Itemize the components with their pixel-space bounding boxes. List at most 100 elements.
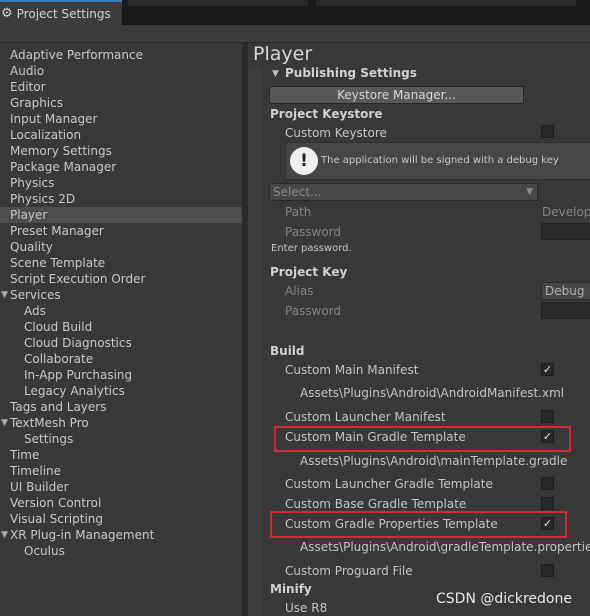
foldout-arrow-icon[interactable]: ▼	[1, 287, 8, 303]
sidebar-item[interactable]: Tags and Layers	[0, 399, 242, 415]
sidebar-item-label: Quality	[10, 240, 53, 254]
keystore-password-field[interactable]	[541, 223, 590, 240]
custom-base-gradle-label: Custom Base Gradle Template	[285, 497, 467, 511]
sidebar-item-label: Cloud Diagnostics	[24, 336, 132, 350]
custom-main-gradle-checkbox[interactable]: ✓	[541, 430, 554, 443]
path-value: Develop	[542, 205, 590, 219]
sidebar-item[interactable]: Version Control	[0, 495, 242, 511]
foldout-arrow-icon[interactable]: ▼	[1, 415, 8, 431]
page-title: Player	[253, 43, 313, 65]
sidebar-item-label: Cloud Build	[24, 320, 93, 334]
sidebar-item[interactable]: Graphics	[0, 95, 242, 111]
sidebar-item[interactable]: Visual Scripting	[0, 511, 242, 527]
tab-title: Project Settings	[16, 6, 111, 21]
sidebar-item-label: TextMesh Pro	[10, 416, 89, 430]
alias-dropdown[interactable]: Debug	[541, 282, 590, 300]
sidebar-item[interactable]: Editor	[0, 79, 242, 95]
sidebar-item-label: Visual Scripting	[10, 512, 103, 526]
sidebar-item[interactable]: ▼ Services	[0, 287, 242, 303]
sidebar-item[interactable]: Quality	[0, 239, 242, 255]
help-text: The application will be signed with a de…	[321, 155, 559, 166]
custom-gradle-properties-checkbox[interactable]: ✓	[541, 517, 554, 530]
sidebar-item-label: Player	[10, 208, 48, 222]
sidebar-item[interactable]: Cloud Diagnostics	[0, 335, 242, 351]
sidebar-item-label: Ads	[24, 304, 46, 318]
custom-proguard-label: Custom Proguard File	[285, 564, 413, 578]
keystore-manager-button[interactable]: Keystore Manager...	[269, 86, 524, 104]
keystore-select-dropdown[interactable]: Select... ▼	[269, 183, 538, 201]
foldout-arrow-icon[interactable]: ▼	[1, 527, 8, 543]
password-label: Password	[285, 225, 342, 239]
custom-launcher-manifest-checkbox[interactable]	[541, 410, 554, 423]
sidebar-item[interactable]: Memory Settings	[0, 143, 242, 159]
sidebar-item[interactable]: Audio	[0, 63, 242, 79]
sidebar-item-label: Physics	[10, 176, 55, 190]
sidebar-item[interactable]: ▼ XR Plug-in Management	[0, 527, 242, 543]
sidebar-item-label: Package Manager	[10, 160, 117, 174]
help-box: ! The application will be signed with a …	[285, 142, 590, 180]
sidebar-item[interactable]: Localization	[0, 127, 242, 143]
sidebar-item-label: XR Plug-in Management	[10, 528, 155, 542]
sidebar-item-label: Script Execution Order	[10, 272, 146, 286]
sidebar-item-label: Time	[10, 448, 40, 462]
sidebar-item[interactable]: Settings	[0, 431, 242, 447]
sidebar-item[interactable]: Ads	[0, 303, 242, 319]
tab-background[interactable]	[128, 0, 308, 6]
sidebar-item[interactable]: Scene Template	[0, 255, 242, 271]
sidebar-item[interactable]: ▼ TextMesh Pro	[0, 415, 242, 431]
custom-gradle-properties-label: Custom Gradle Properties Template	[285, 517, 498, 531]
sidebar-item-label: Input Manager	[10, 112, 98, 126]
sidebar-item-label: Editor	[10, 80, 46, 94]
sidebar-item-label: Physics 2D	[10, 192, 76, 206]
sidebar-item[interactable]: Script Execution Order	[0, 271, 242, 287]
key-password-label: Password	[285, 304, 342, 318]
sidebar-item-label: UI Builder	[10, 480, 69, 494]
watermark: CSDN @dickredone	[436, 591, 572, 607]
custom-main-gradle-label: Custom Main Gradle Template	[285, 430, 466, 444]
sidebar-item[interactable]: Physics 2D	[0, 191, 242, 207]
sidebar-item[interactable]: Physics	[0, 175, 242, 191]
sidebar-item[interactable]: Collaborate	[0, 351, 242, 367]
sidebar-item[interactable]: Cloud Build	[0, 319, 242, 335]
sidebar-item[interactable]: Oculus	[0, 543, 242, 559]
sidebar-item[interactable]: In-App Purchasing	[0, 367, 242, 383]
chevron-down-icon: ▼	[526, 187, 533, 197]
sidebar-item[interactable]: Legacy Analytics	[0, 383, 242, 399]
sidebar-item[interactable]: UI Builder	[0, 479, 242, 495]
sidebar-item[interactable]: Package Manager	[0, 159, 242, 175]
sidebar-item[interactable]: Player	[0, 207, 242, 223]
publishing-settings-header[interactable]: Publishing Settings	[285, 66, 417, 80]
custom-keystore-checkbox[interactable]	[541, 125, 554, 138]
sidebar-item[interactable]: Timeline	[0, 463, 242, 479]
tab-project-settings[interactable]: ⚙ Project Settings	[0, 0, 122, 25]
custom-launcher-manifest-label: Custom Launcher Manifest	[285, 410, 446, 424]
custom-main-manifest-checkbox[interactable]: ✓	[541, 363, 554, 376]
sidebar-item-label: Adaptive Performance	[10, 48, 143, 62]
custom-launcher-gradle-checkbox[interactable]	[541, 477, 554, 490]
sidebar-item[interactable]: Input Manager	[0, 111, 242, 127]
window-tab-bar: ⚙ Project Settings	[0, 0, 590, 25]
vertical-scrollbar[interactable]	[248, 68, 262, 616]
sidebar-item-label: Localization	[10, 128, 82, 142]
sidebar-item-label: Tags and Layers	[10, 400, 107, 414]
sidebar-item[interactable]: Adaptive Performance	[0, 47, 242, 63]
path-label: Path	[285, 205, 312, 219]
custom-launcher-gradle-label: Custom Launcher Gradle Template	[285, 477, 493, 491]
sidebar-item[interactable]: Time	[0, 447, 242, 463]
sidebar-item[interactable]: Preset Manager	[0, 223, 242, 239]
password-hint: Enter password.	[271, 243, 352, 254]
sidebar-item-label: Settings	[24, 432, 74, 446]
tab-background-2[interactable]	[316, 0, 576, 6]
foldout-arrow-icon[interactable]: ▼	[272, 69, 279, 79]
key-password-field[interactable]	[541, 302, 590, 319]
sidebar-item-label: Timeline	[10, 464, 62, 478]
custom-base-gradle-checkbox[interactable]	[541, 497, 554, 510]
sidebar-item-label: Scene Template	[10, 256, 106, 270]
keystore-select-value: Select...	[273, 185, 322, 199]
custom-gradle-properties-path: Assets\Plugins\Android\gradleTemplate.pr…	[300, 540, 590, 554]
sidebar-item-label: Audio	[10, 64, 45, 78]
custom-main-manifest-path: Assets\Plugins\Android\AndroidManifest.x…	[300, 386, 565, 400]
custom-proguard-checkbox[interactable]	[541, 564, 554, 577]
sidebar-item-label: Legacy Analytics	[24, 384, 125, 398]
gear-icon: ⚙	[1, 6, 13, 21]
